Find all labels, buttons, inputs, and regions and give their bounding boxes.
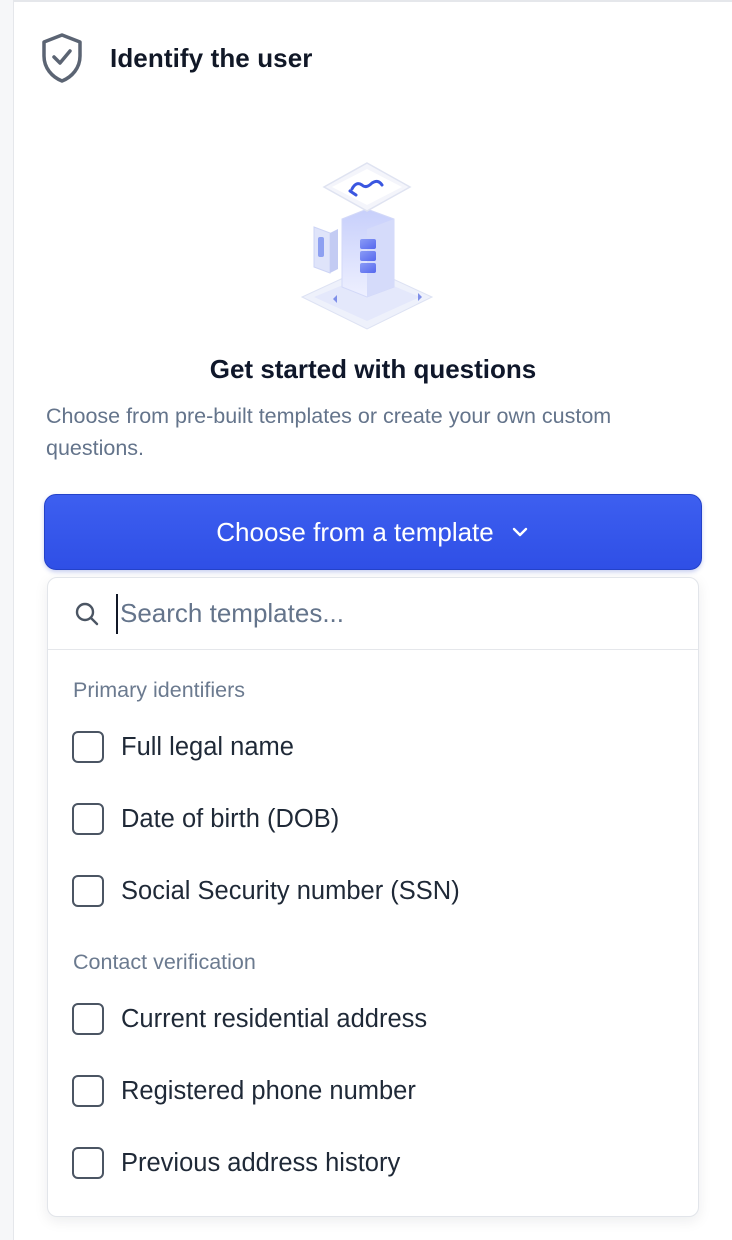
checkbox[interactable] [72,1147,104,1179]
checkbox[interactable] [72,1003,104,1035]
option-label: Full legal name [121,732,294,761]
choose-template-button[interactable]: Choose from a template [44,494,702,570]
option-label: Registered phone number [121,1076,416,1105]
group-label-primary-identifiers: Primary identifiers [73,678,246,702]
group-label-contact-verification: Contact verification [73,950,256,974]
option-registered-phone-number[interactable]: Registered phone number [72,1071,416,1111]
option-previous-address-history[interactable]: Previous address history [72,1143,400,1183]
search-icon [75,602,99,625]
chevron-down-icon [512,527,527,537]
option-label: Date of birth (DOB) [121,804,340,833]
checkbox[interactable] [72,803,104,835]
left-rail [0,0,14,1240]
page-title: Identify the user [110,42,313,73]
server-stack-illustration [300,162,434,330]
choose-template-label: Choose from a template [216,516,494,547]
checkbox[interactable] [72,875,104,907]
template-dropdown: Primary identifiers Full legal name Date… [47,577,699,1217]
option-full-legal-name[interactable]: Full legal name [72,727,294,767]
option-ssn[interactable]: Social Security number (SSN) [72,871,460,911]
empty-state-description: Choose from pre-built templates or creat… [46,404,612,460]
option-date-of-birth[interactable]: Date of birth (DOB) [72,799,339,839]
side-panel: Identify the user Get started with quest… [14,0,732,1240]
option-label: Social Security number (SSN) [121,876,460,905]
option-label: Current residential address [121,1004,428,1033]
template-search-input[interactable] [116,593,676,634]
template-search-row [48,578,698,650]
option-label: Previous address history [121,1148,401,1177]
checkbox[interactable] [72,731,104,763]
empty-state-title: Get started with questions [209,354,537,384]
shield-check-icon [42,33,82,83]
panel-header: Identify the user [40,30,313,86]
option-current-residential-address[interactable]: Current residential address [72,999,427,1039]
checkbox[interactable] [72,1075,104,1107]
